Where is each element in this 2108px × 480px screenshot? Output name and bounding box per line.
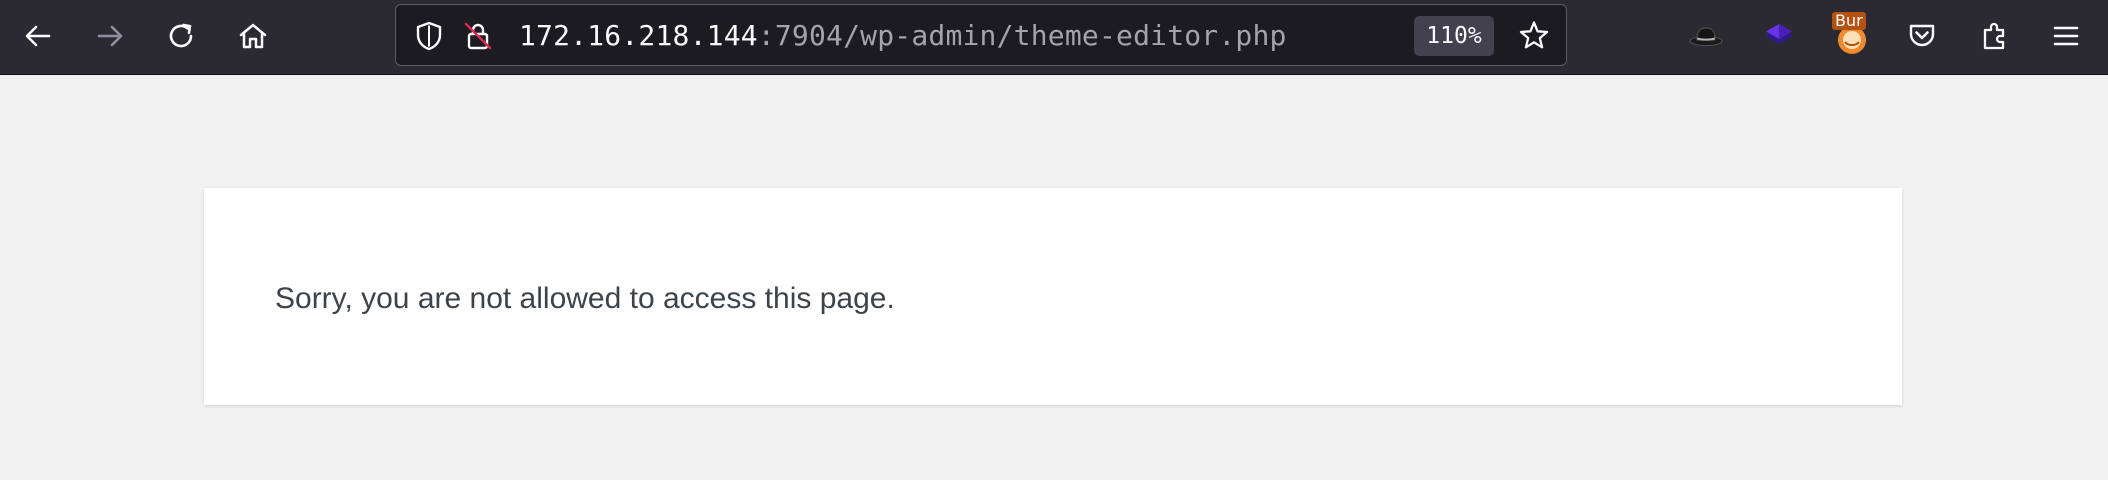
extensions-puzzle-icon xyxy=(1983,22,2005,50)
insecure-lock-icon[interactable] xyxy=(461,19,495,53)
back-arrow-icon xyxy=(25,25,51,47)
burp-badge: Bur xyxy=(1832,12,1866,30)
hat-extension-icon xyxy=(1689,27,1723,46)
back-button[interactable] xyxy=(13,11,63,61)
tracking-shield-icon[interactable] xyxy=(412,19,446,53)
extensions-button[interactable] xyxy=(1970,11,2020,61)
reload-icon xyxy=(169,23,193,48)
bookmark-star-icon[interactable] xyxy=(1517,19,1551,53)
reload-button[interactable] xyxy=(157,11,207,61)
stack-extension-icon xyxy=(1765,24,1793,44)
url-bar[interactable]: 172.16.218.144:7904/wp-admin/theme-edito… xyxy=(395,4,1567,66)
url-path: :7904/wp-admin/theme-editor.php xyxy=(757,19,1287,52)
hamburger-menu-icon xyxy=(2053,26,2079,46)
burp-extension-button[interactable]: Bur xyxy=(1827,11,1877,61)
browser-toolbar: 172.16.218.144:7904/wp-admin/theme-edito… xyxy=(0,0,2108,75)
menu-button[interactable] xyxy=(2041,11,2091,61)
pocket-icon xyxy=(1909,24,1935,47)
hat-extension-button[interactable] xyxy=(1681,11,1731,61)
home-icon xyxy=(239,23,267,49)
forward-button[interactable] xyxy=(85,11,135,61)
pocket-button[interactable] xyxy=(1897,11,1947,61)
error-message-card: Sorry, you are not allowed to access thi… xyxy=(204,188,1902,405)
url-host: 172.16.218.144 xyxy=(519,19,758,52)
forward-arrow-icon xyxy=(97,25,123,47)
home-button[interactable] xyxy=(228,11,278,61)
zoom-level-button[interactable]: 110% xyxy=(1414,16,1494,56)
access-denied-message: Sorry, you are not allowed to access thi… xyxy=(275,282,895,315)
stack-extension-button[interactable] xyxy=(1754,11,1804,61)
url-text[interactable]: 172.16.218.144:7904/wp-admin/theme-edito… xyxy=(519,5,1287,65)
